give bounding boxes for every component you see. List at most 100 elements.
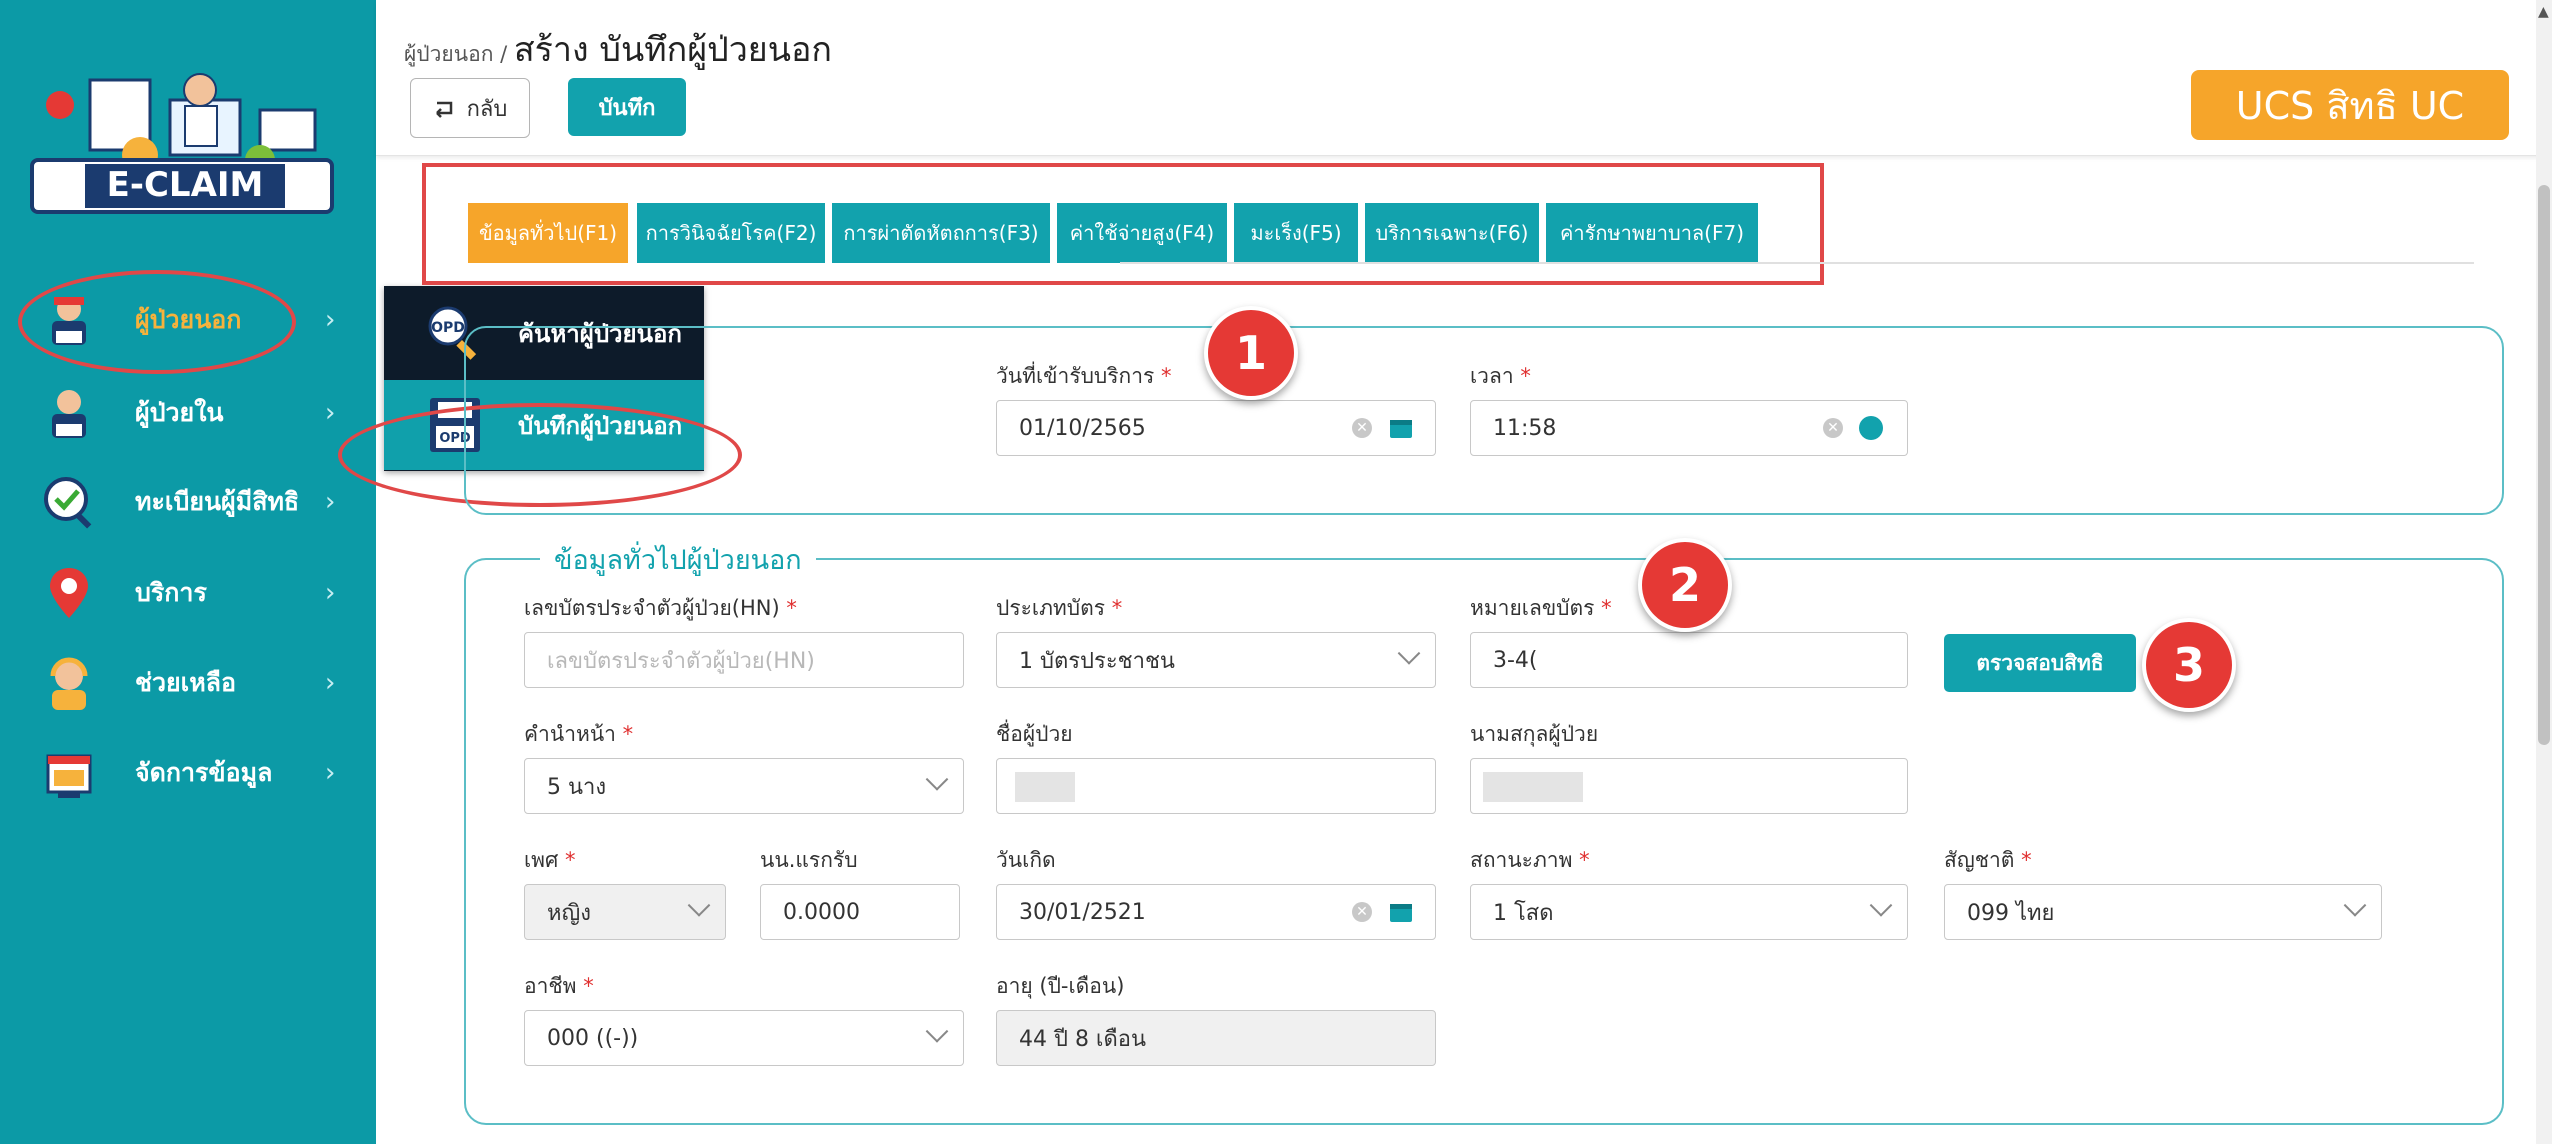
- page-title: สร้าง บันทึกผู้ป่วยนอก: [513, 30, 832, 70]
- admit-weight-input[interactable]: 0.0000: [760, 884, 960, 940]
- chevron-right-icon: ›: [325, 578, 336, 608]
- sidebar-item-registry[interactable]: ทะเบียนผู้มีสิทธิ ›: [0, 467, 376, 537]
- callout-badge-3: 3: [2142, 618, 2236, 712]
- last-name-label: นามสกุลผู้ป่วย: [1470, 722, 1599, 746]
- sex-label: เพศ *: [524, 848, 576, 872]
- return-arrow-icon: [435, 101, 452, 118]
- admit-weight-value: 0.0000: [783, 899, 860, 925]
- scrollbar-thumb[interactable]: [2538, 185, 2550, 745]
- hn-input[interactable]: เลขบัตรประจำตัวผู้ป่วย(HN): [524, 632, 964, 688]
- tab-general[interactable]: ข้อมูลทั่วไป(F1): [468, 203, 628, 263]
- nationality-value: 099 ไทย: [1967, 900, 2055, 926]
- tab-medical-fee[interactable]: ค่ารักษาพยาบาล(F7): [1546, 203, 1758, 263]
- clear-icon[interactable]: ✕: [1823, 418, 1843, 438]
- sidebar-item-label: ผู้ป่วยใน: [135, 398, 224, 427]
- visit-date-input[interactable]: 01/10/2565 ✕: [996, 400, 1436, 456]
- nationality-select[interactable]: 099 ไทย: [1944, 884, 2382, 940]
- patient-info-legend: ข้อมูลทั่วไปผู้ป่วยนอก: [540, 538, 816, 581]
- sidebar-item-data[interactable]: จัดการข้อมูล ›: [0, 738, 376, 808]
- sidebar-item-service[interactable]: บริการ ›: [0, 558, 376, 628]
- dob-value: 30/01/2521: [1019, 899, 1146, 925]
- visit-time-input[interactable]: 11:58 ✕: [1470, 400, 1908, 456]
- sidebar: E-CLAIM ผู้ป่วยนอก › ผู้ป่วยใน › ทะเบียน…: [0, 0, 376, 1144]
- sidebar-item-ipd[interactable]: ผู้ป่วยใน ›: [0, 378, 376, 448]
- redacted-block: [1015, 772, 1075, 802]
- occupation-select[interactable]: 000 ((-)): [524, 1010, 964, 1066]
- calendar-icon[interactable]: [1389, 417, 1413, 439]
- callout-badge-2: 2: [1638, 538, 1732, 632]
- card-type-select[interactable]: 1 บัตรประชาชน: [996, 632, 1436, 688]
- svg-text:OPD: OPD: [431, 320, 465, 336]
- registry-check-icon: [44, 477, 92, 529]
- back-button[interactable]: กลับ: [410, 78, 530, 138]
- support-agent-icon: [50, 657, 88, 710]
- highlight-ring-opd: [18, 270, 296, 374]
- prefix-label: คำนำหน้า *: [524, 722, 634, 746]
- dob-input[interactable]: 30/01/2521 ✕: [996, 884, 1436, 940]
- callout-badge-1: 1: [1204, 306, 1298, 400]
- tab-cancer[interactable]: มะเร็ง(F5): [1234, 203, 1358, 263]
- age-label: อายุ (ปี-เดือน): [996, 974, 1125, 998]
- clear-icon[interactable]: ✕: [1352, 902, 1372, 922]
- sidebar-item-label: ทะเบียนผู้มีสิทธิ: [135, 487, 300, 516]
- sidebar-item-help[interactable]: ช่วยเหลือ ›: [0, 648, 376, 718]
- chevron-down-icon: [1869, 894, 1893, 917]
- card-number-label: หมายเลขบัตร *: [1470, 596, 1612, 620]
- last-name-input[interactable]: [1470, 758, 1908, 814]
- calendar-icon[interactable]: [1389, 901, 1413, 923]
- chevron-down-icon: [2343, 894, 2367, 917]
- redacted-block: [1483, 772, 1583, 802]
- back-button-label: กลับ: [466, 96, 508, 122]
- hn-label: เลขบัตรประจำตัวผู้ป่วย(HN) *: [524, 596, 797, 620]
- card-number-input[interactable]: 3-4(: [1470, 632, 1908, 688]
- ipd-patient-icon: [52, 390, 86, 438]
- age-field: 44 ปี 8 เดือน: [996, 1010, 1436, 1066]
- visit-time-label: เวลา *: [1470, 364, 1531, 388]
- tab-diagnosis[interactable]: การวินิจฉัยโรค(F2): [637, 203, 825, 263]
- card-number-value: 3-4(: [1493, 647, 1538, 673]
- sidebar-item-label: ช่วยเหลือ: [135, 668, 237, 697]
- chevron-down-icon: [687, 894, 711, 917]
- clock-icon[interactable]: [1859, 416, 1883, 440]
- card-type-value: 1 บัตรประชาชน: [1019, 648, 1175, 674]
- location-pin-icon: [50, 568, 88, 618]
- nationality-label: สัญชาติ *: [1944, 848, 2032, 872]
- chevron-right-icon: ›: [325, 398, 336, 428]
- tabs-highlight-box: ข้อมูลทั่วไป(F1) การวินิจฉัยโรค(F2) การผ…: [422, 163, 1824, 285]
- clear-icon[interactable]: ✕: [1352, 418, 1372, 438]
- chevron-right-icon: ›: [325, 668, 336, 698]
- admit-weight-label: นน.แรกรับ: [760, 848, 858, 872]
- first-name-label: ชื่อผู้ป่วย: [996, 722, 1073, 746]
- chevron-right-icon: ›: [325, 487, 336, 517]
- logo-text: E-CLAIM: [107, 165, 264, 205]
- tab-special-service[interactable]: บริการเฉพาะ(F6): [1365, 203, 1539, 263]
- scroll-up-icon[interactable]: ▲: [2538, 4, 2549, 20]
- data-management-icon: [46, 754, 92, 798]
- marital-status-select[interactable]: 1 โสด: [1470, 884, 1908, 940]
- prefix-value: 5 นาง: [547, 774, 607, 800]
- save-button[interactable]: บันทึก: [568, 78, 686, 136]
- tab-divider: [1120, 262, 2474, 264]
- breadcrumb-parent[interactable]: ผู้ป่วยนอก /: [404, 42, 507, 66]
- occupation-value: 000 ((-)): [547, 1025, 639, 1051]
- sex-select[interactable]: หญิง: [524, 884, 726, 940]
- rights-badge: UCS สิทธิ UC: [2191, 70, 2509, 140]
- chevron-down-icon: [925, 768, 949, 791]
- check-rights-button[interactable]: ตรวจสอบสิทธิ: [1944, 634, 2136, 692]
- chevron-down-icon: [1397, 642, 1421, 665]
- tab-procedure[interactable]: การผ่าตัดหัตถการ(F3): [832, 203, 1050, 263]
- hn-placeholder: เลขบัตรประจำตัวผู้ป่วย(HN): [547, 648, 815, 674]
- chevron-down-icon: [925, 1020, 949, 1043]
- card-type-label: ประเภทบัตร *: [996, 596, 1123, 620]
- page-header: ผู้ป่วยนอก / สร้าง บันทึกผู้ป่วยนอก กลับ…: [376, 0, 2546, 156]
- first-name-input[interactable]: [996, 758, 1436, 814]
- visit-time-value: 11:58: [1493, 415, 1557, 441]
- tab-high-cost[interactable]: ค่าใช้จ่ายสูง(F4): [1057, 203, 1227, 263]
- prefix-select[interactable]: 5 นาง: [524, 758, 964, 814]
- occupation-label: อาชีพ *: [524, 974, 594, 998]
- marital-status-label: สถานะภาพ *: [1470, 848, 1590, 872]
- sidebar-item-label: จัดการข้อมูล: [135, 758, 273, 787]
- age-value: 44 ปี 8 เดือน: [1019, 1026, 1146, 1052]
- marital-status-value: 1 โสด: [1493, 900, 1554, 926]
- chevron-right-icon: ›: [325, 758, 336, 788]
